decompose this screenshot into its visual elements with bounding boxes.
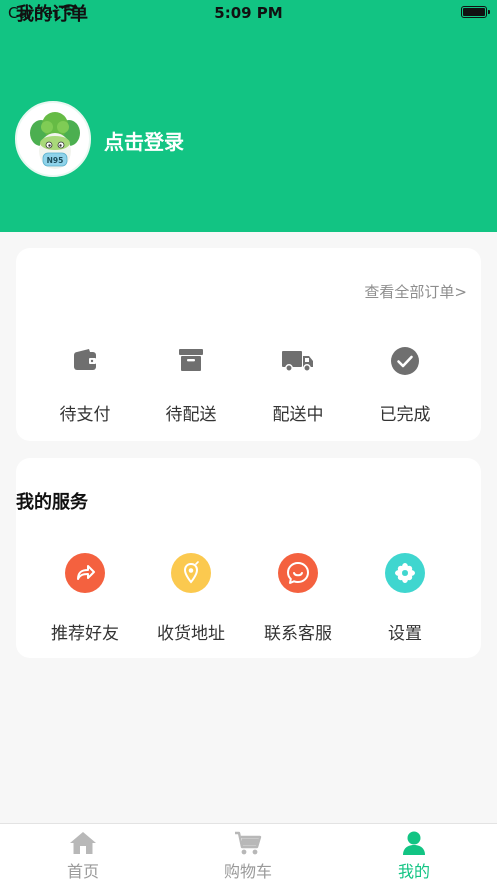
location-pin-icon xyxy=(171,553,211,593)
services-title: 我的服务 xyxy=(16,492,88,513)
avatar[interactable]: N95 xyxy=(15,101,91,177)
service-label: 收货地址 xyxy=(157,624,225,644)
wallet-icon xyxy=(71,346,99,378)
cart-icon xyxy=(233,830,263,860)
tab-label: 首页 xyxy=(66,862,99,881)
order-pending-delivery[interactable]: 待配送 xyxy=(136,346,246,425)
chat-smile-icon xyxy=(278,553,318,593)
settings-flower-icon xyxy=(385,553,425,593)
check-circle-icon xyxy=(390,346,420,380)
order-label: 待配送 xyxy=(165,405,217,425)
order-label: 配送中 xyxy=(272,405,324,425)
svg-text:N95: N95 xyxy=(47,156,64,165)
tab-bar: 首页 购物车 我的 xyxy=(0,823,497,883)
service-label: 设置 xyxy=(388,624,422,644)
person-icon xyxy=(401,830,427,860)
tab-cart[interactable]: 购物车 xyxy=(188,824,308,883)
share-arrow-icon xyxy=(65,553,105,593)
home-icon xyxy=(68,830,98,860)
profile-header: Carrier 5:09 PM N95 点击登录 xyxy=(0,0,497,232)
order-in-delivery[interactable]: 配送中 xyxy=(243,346,353,425)
service-label: 推荐好友 xyxy=(51,624,119,644)
battery-icon xyxy=(461,6,490,18)
vegetable-mascot-icon: N95 xyxy=(30,112,80,169)
view-all-orders-link[interactable]: 查看全部订单> xyxy=(364,281,467,302)
tab-home[interactable]: 首页 xyxy=(23,824,143,883)
order-label: 已完成 xyxy=(379,405,431,425)
login-link[interactable]: 点击登录 xyxy=(104,126,184,155)
orders-title: 我的订单 xyxy=(16,4,88,25)
tab-profile[interactable]: 我的 xyxy=(354,824,474,883)
tab-label: 购物车 xyxy=(223,862,272,881)
service-label: 联系客服 xyxy=(264,624,332,644)
service-settings[interactable]: 设置 xyxy=(350,553,460,644)
service-recommend-friends[interactable]: 推荐好友 xyxy=(30,553,140,644)
truck-icon xyxy=(281,346,315,378)
service-customer-support[interactable]: 联系客服 xyxy=(243,553,353,644)
order-label: 待支付 xyxy=(59,405,111,425)
archive-box-icon xyxy=(177,346,205,378)
service-address[interactable]: 收货地址 xyxy=(136,553,246,644)
tab-label: 我的 xyxy=(397,862,430,881)
order-pending-payment[interactable]: 待支付 xyxy=(30,346,140,425)
order-completed[interactable]: 已完成 xyxy=(350,346,460,425)
